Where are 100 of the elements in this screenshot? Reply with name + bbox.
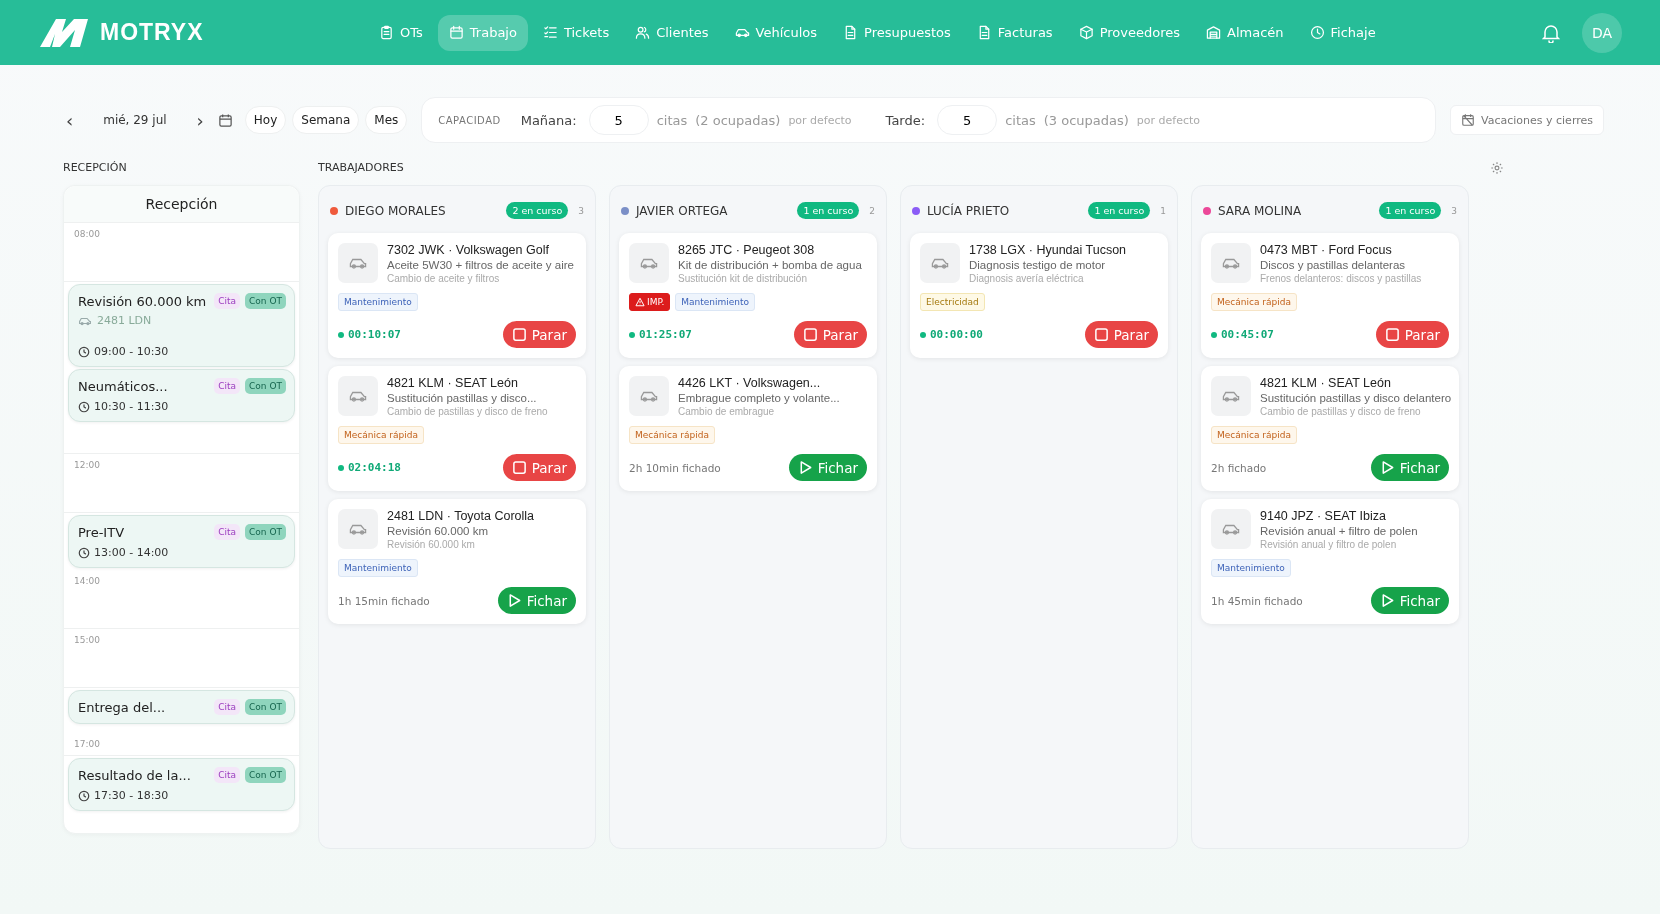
calendar-icon[interactable] xyxy=(217,112,233,128)
hour-label: 08:00 xyxy=(74,229,100,239)
settings-icon[interactable] xyxy=(1490,161,1504,175)
stop-button[interactable]: Parar xyxy=(1084,321,1158,348)
job-card[interactable]: 7302 JWK · Volkswagen Golf Aceite 5W30 + filtros de aceite y aire Cambio de aceite y filtros Mantenimiento 00:10:07 Parar xyxy=(328,233,586,358)
car-icon xyxy=(639,256,659,270)
job-title: 9140 JPZ · SEAT Ibiza xyxy=(1260,509,1387,523)
stop-icon xyxy=(1384,327,1400,342)
capacity-input[interactable]: 5 xyxy=(937,105,998,135)
bell-icon[interactable] xyxy=(1542,22,1560,43)
job-title: 4821 KLM · SEAT León xyxy=(387,376,519,390)
job-description: Revisión anual + filtro de polen xyxy=(1260,525,1418,537)
job-description: Revisión 60.000 km xyxy=(387,525,489,537)
active-count: 1 en curso xyxy=(1379,202,1442,219)
car-icon xyxy=(1221,256,1241,270)
view-button[interactable]: Hoy xyxy=(244,106,287,134)
job-subtitle: Cambio de embrague xyxy=(678,406,776,417)
car-icon xyxy=(1221,522,1241,536)
job-title: 1738 LGX · Hyundai Tucson xyxy=(969,243,1127,257)
clock-icon xyxy=(78,345,90,358)
job-card[interactable]: 0473 MBT · Ford Focus Discos y pastillas delanteras Frenos delanteros: discos y pastillas Mecánica rápida 00:45:07 Parar xyxy=(1201,233,1459,358)
job-count: 3 xyxy=(578,205,584,216)
job-description: Embrague completo y volante... xyxy=(678,392,840,404)
job-subtitle: Revisión 60.000 km xyxy=(387,539,476,550)
unit-label: citas xyxy=(1005,112,1036,128)
category-tag: Electricidad xyxy=(920,293,985,311)
previous-button[interactable]: ‹ xyxy=(60,109,80,131)
appointment-title: Resultado de la... xyxy=(78,767,192,783)
job-title: 0473 MBT · Ford Focus xyxy=(1260,243,1393,257)
job-card[interactable]: 9140 JPZ · SEAT Ibiza Revisión anual + filtro de polen Revisión anual y filtro de polen Mantenimiento 1h 45min fichado Fichar xyxy=(1201,499,1459,624)
job-card[interactable]: 1738 LGX · Hyundai Tucson Diagnosis testigo de motor Diagnosis avería eléctrica Electricidad 00:00:00 Parar xyxy=(910,233,1168,358)
logged-time: 2h 10min fichado xyxy=(629,461,721,474)
job-card[interactable]: 8265 JTC · Peugeot 308 Kit de distribución + bomba de agua Sustitución kit de distribución IMP. Mantenimiento 01:25:07 Parar xyxy=(619,233,877,358)
worker-name: DIEGO MORALES xyxy=(345,203,447,218)
status-badge: Con OT xyxy=(245,699,286,715)
car-icon xyxy=(348,389,368,403)
stop-icon xyxy=(511,460,527,475)
job-card[interactable]: 4426 LKT · Volkswagen... Embrague completo y volante... Cambio de embrague Mecánica rápida 2h 10min fichado Fichar xyxy=(619,366,877,491)
job-count: 3 xyxy=(1451,205,1457,216)
job-subtitle: Revisión anual y filtro de polen xyxy=(1260,539,1398,550)
next-button[interactable]: › xyxy=(190,109,210,131)
job-subtitle: Cambio de pastillas y disco de freno xyxy=(1260,406,1422,417)
job-card[interactable]: 4821 KLM · SEAT León Sustitución pastillas y disco... Cambio de pastillas y disco de freno Mecánica rápida 02:04:18 Parar xyxy=(328,366,586,491)
status-badge: Con OT xyxy=(245,767,286,783)
job-description: Kit de distribución + bomba de agua xyxy=(678,259,862,271)
stop-button[interactable]: Parar xyxy=(793,321,867,348)
job-description: Sustitución pastillas y disco... xyxy=(387,392,538,404)
occupied-count: (3 ocupadas) xyxy=(1043,112,1129,128)
calendar-off-icon xyxy=(1461,113,1475,127)
running-timer: 02:04:18 xyxy=(338,461,401,474)
worker-name: LUCÍA PRIETO xyxy=(927,203,1011,218)
category-tag: Mecánica rápida xyxy=(1211,426,1297,444)
view-button[interactable]: Semana xyxy=(292,106,360,134)
worker-name: SARA MOLINA xyxy=(1218,203,1303,218)
status-badge: Cita xyxy=(214,767,241,783)
appointment-title: Revisión 60.000 km xyxy=(78,293,208,309)
category-tag: Mantenimiento xyxy=(675,293,756,311)
job-card[interactable]: 2481 LDN · Toyota Corolla Revisión 60.000 km Revisión 60.000 km Mantenimiento 1h 15min fichado Fichar xyxy=(328,499,586,624)
active-count: 1 en curso xyxy=(1088,202,1151,219)
job-card[interactable]: 4821 KLM · SEAT León Sustitución pastillas y disco delantero Cambio de pastillas y disco de freno Mecánica rápida 2h fichado Fichar xyxy=(1201,366,1459,491)
job-subtitle: Sustitución kit de distribución xyxy=(678,273,808,284)
appointment-card[interactable]: Pre-ITV Cita Con OT 13:00 - 14:00 xyxy=(68,515,295,568)
status-badge: Con OT xyxy=(245,524,286,540)
hour-label: 17:00 xyxy=(74,739,100,749)
shift-label: Mañana: xyxy=(520,112,577,128)
capacity-input[interactable]: 5 xyxy=(588,105,649,135)
clipboard-icon xyxy=(379,25,394,40)
running-timer: 00:10:07 xyxy=(338,328,401,341)
status-badge: Cita xyxy=(214,524,241,540)
stop-icon xyxy=(511,327,527,342)
appointment-card[interactable]: Neumáticos... Cita Con OT 10:30 - 11:30 xyxy=(68,369,295,422)
category-tag: Mecánica rápida xyxy=(338,426,424,444)
stop-button[interactable]: Parar xyxy=(502,321,576,348)
brand-name: MOTRYX xyxy=(100,19,204,46)
hour-label: 14:00 xyxy=(74,576,100,586)
closures-button[interactable]: Vacaciones y cierres xyxy=(1450,105,1604,135)
view-button[interactable]: Mes xyxy=(365,106,408,134)
occupied-count: (2 ocupadas) xyxy=(695,112,781,128)
stop-icon xyxy=(802,327,818,342)
job-title: 4426 LKT · Volkswagen... xyxy=(678,376,822,390)
current-date: mié, 29 jul xyxy=(102,113,168,127)
hour-label: 15:00 xyxy=(74,635,100,645)
shift-label: Tarde: xyxy=(885,112,926,128)
appointment-card[interactable]: Resultado de la... Cita Con OT 17:30 - 18:30 xyxy=(68,758,295,811)
stop-button[interactable]: Parar xyxy=(1375,321,1449,348)
appointment-card[interactable]: Entrega del... Cita Con OT xyxy=(68,690,295,724)
appointment-card[interactable]: Revisión 60.000 km Cita Con OT 2481 LDN 09:00 - 10:30 xyxy=(68,284,295,367)
clock-icon xyxy=(78,789,90,802)
job-title: 4821 KLM · SEAT León xyxy=(1260,376,1392,390)
category-tag: Mantenimiento xyxy=(1211,559,1291,577)
stop-button[interactable]: Parar xyxy=(502,454,576,481)
box-icon xyxy=(1078,25,1094,40)
panel-title: Recepción xyxy=(64,186,299,223)
job-description: Aceite 5W30 + filtros de aceite y aire xyxy=(387,259,574,271)
job-title: 8265 JTC · Peugeot 308 xyxy=(678,243,816,257)
hour-label: 12:00 xyxy=(74,460,100,470)
clock-icon xyxy=(78,400,90,413)
time-range: 10:30 - 11:30 xyxy=(94,400,169,413)
car-icon xyxy=(348,256,368,270)
status-badge: Con OT xyxy=(245,378,286,394)
